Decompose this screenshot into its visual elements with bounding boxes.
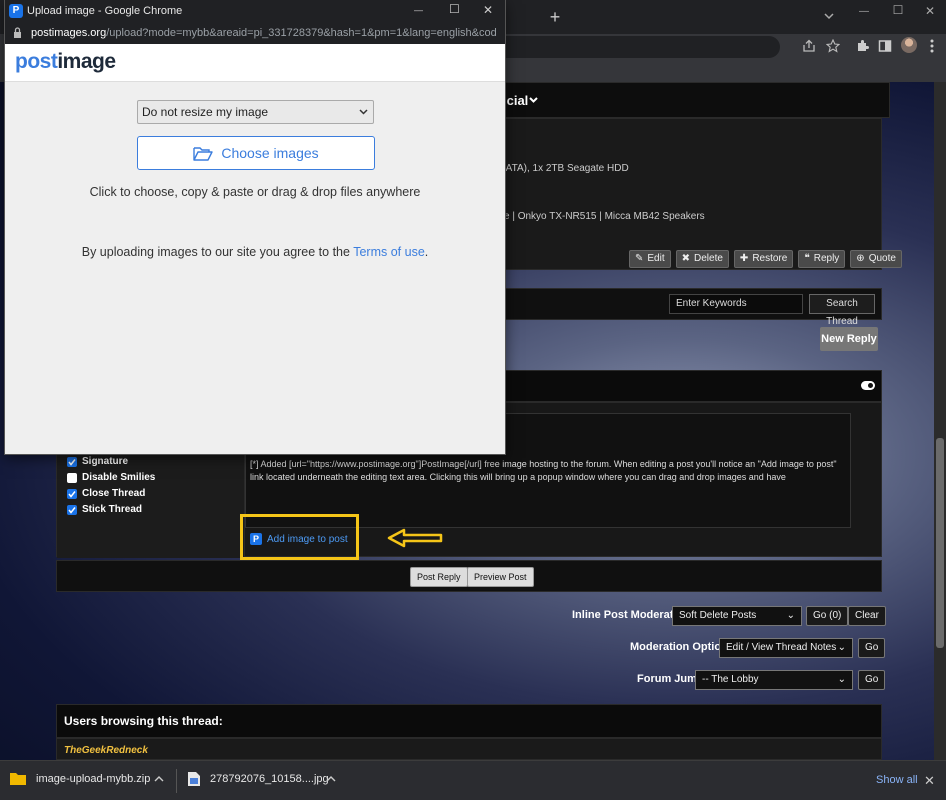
new-tab-button[interactable]: + (546, 8, 564, 26)
check-icon (67, 488, 77, 499)
popup-title: Upload image - Google Chrome (27, 5, 183, 17)
kebab-menu-icon[interactable] (929, 38, 935, 54)
edit-icon: ✎ (635, 253, 644, 264)
x-icon: ✖ (681, 253, 691, 264)
resize-select[interactable]: Do not resize my image (137, 100, 374, 124)
post-spec-line-1: SATA), 1x 2TB Seagate HDD (499, 163, 629, 174)
upload-instructions: Click to choose, copy & paste or drag & … (89, 185, 421, 199)
post-actions: ✎ Edit ✖ Delete ✚ Restore ❝ Reply ⊕ Quote (629, 250, 902, 268)
lock-icon (13, 27, 22, 38)
close-thread-option[interactable]: Close Thread (67, 488, 145, 499)
avatar[interactable] (901, 37, 917, 53)
folder-open-icon (193, 146, 214, 161)
choose-images-button[interactable]: Choose images (137, 136, 375, 170)
moderation-options-select[interactable]: Edit / View Thread Notes ⌄ (719, 638, 853, 658)
thread-search-bar: Enter Keywords Search Thread (490, 288, 882, 327)
checkbox-empty-icon (67, 472, 77, 483)
download-item-2-menu[interactable] (326, 775, 336, 783)
extensions-icon[interactable] (855, 39, 869, 53)
users-browsing-list: TheGeekRedneck (56, 738, 882, 760)
quick-reply-header (490, 370, 882, 402)
plus-circle-icon: ⊕ (856, 253, 865, 264)
page-scrollbar[interactable] (934, 82, 946, 760)
sidepanel-icon[interactable] (878, 39, 892, 53)
popup-minimize-button[interactable]: — (414, 5, 423, 15)
terms-notice: By uploading images to our site you agre… (81, 245, 429, 259)
message-text: [*] Added [url="https://www.postimage.or… (250, 459, 837, 482)
postimage-favicon: P (9, 4, 23, 18)
tab-search-icon[interactable] (822, 9, 836, 23)
post-reply-button[interactable]: Post Reply (410, 567, 468, 587)
inline-mod-go-button[interactable]: Go (0) (806, 606, 849, 626)
download-bar: image-upload-mybb.zip 278792076_10158...… (0, 760, 946, 800)
check-icon (67, 504, 77, 515)
download-item-1-menu[interactable] (154, 775, 164, 783)
edit-button[interactable]: ✎ Edit (629, 250, 671, 268)
toggle-icon[interactable] (861, 381, 875, 390)
postimage-logo[interactable]: postimage (15, 50, 116, 74)
post-body: SATA), 1x 2TB Seagate HDD ite | Onkyo TX… (490, 118, 902, 270)
restore-button[interactable]: ✚ Restore (733, 250, 794, 268)
chevron-down-icon (359, 109, 368, 115)
close-download-bar-icon[interactable]: ✕ (924, 773, 935, 789)
terms-of-use-link[interactable]: Terms of use (353, 245, 425, 259)
address-bar[interactable] (500, 36, 780, 58)
disable-smilies-option[interactable]: Disable Smilies (67, 472, 155, 483)
chevron-down-icon: ⌄ (837, 642, 846, 653)
popup-title-bar: P Upload image - Google Chrome — ☐ ✕ (5, 0, 505, 22)
delete-button[interactable]: ✖ Delete (675, 250, 729, 268)
submit-bar: Post Reply Preview Post (56, 560, 882, 592)
new-reply-button[interactable]: New Reply (820, 327, 878, 351)
popup-maximize-button[interactable]: ☐ (449, 2, 460, 16)
chevron-down-icon: ⌄ (786, 610, 795, 621)
download-separator (176, 769, 177, 793)
upload-popup-window: P Upload image - Google Chrome — ☐ ✕ pos… (5, 0, 505, 454)
scrollbar-thumb[interactable] (936, 438, 944, 648)
quote-button[interactable]: ⊕ Quote (850, 250, 902, 268)
stick-thread-option[interactable]: Stick Thread (67, 504, 142, 515)
search-thread-button[interactable]: Search Thread (809, 294, 875, 327)
minimize-button[interactable]: — (856, 6, 872, 17)
preview-post-button[interactable]: Preview Post (467, 567, 534, 587)
popup-url-bar: postimages.org/upload?mode=mybb&areaid=p… (5, 22, 505, 44)
share-icon[interactable] (802, 39, 816, 53)
close-window-button[interactable]: ✕ (922, 4, 938, 18)
clear-button[interactable]: Clear (848, 606, 886, 626)
forum-jump-go-button[interactable]: Go (858, 670, 886, 690)
download-item-2[interactable]: 278792076_10158....jpg (188, 772, 329, 786)
post-spec-line-2: ite | Onkyo TX-NR515 | Micca MB42 Speake… (499, 211, 705, 222)
forum-jump-select[interactable]: -- The Lobby ⌄ (695, 670, 853, 690)
postimage-icon: P (250, 533, 262, 545)
folder-icon (10, 772, 26, 785)
check-icon (67, 456, 77, 467)
postimage-header: postimage (5, 44, 505, 82)
reply-button[interactable]: ❝ Reply (798, 250, 846, 268)
add-image-to-post-link[interactable]: P Add image to post (250, 533, 348, 545)
chevron-down-icon: ⌄ (837, 674, 846, 685)
chevron-down-icon[interactable] (529, 97, 538, 103)
browsing-user-link[interactable]: TheGeekRedneck (64, 745, 148, 756)
reply-icon: ❝ (804, 253, 810, 264)
show-all-button[interactable]: Show all (876, 774, 918, 786)
moderation-go-button[interactable]: Go (858, 638, 886, 658)
arrow-pointer-icon (386, 528, 444, 548)
users-browsing-title: Users browsing this thread: (64, 714, 223, 728)
star-icon[interactable] (826, 39, 840, 53)
inline-mod-select[interactable]: Soft Delete Posts ⌄ (672, 606, 802, 626)
thread-header-bar: icial (490, 82, 890, 118)
popup-close-button[interactable]: ✕ (483, 3, 493, 17)
signature-option[interactable]: Signature (67, 456, 128, 467)
download-item-1[interactable]: image-upload-mybb.zip (10, 772, 150, 785)
plus-icon: ✚ (739, 253, 749, 264)
search-keywords-input[interactable]: Enter Keywords (669, 294, 803, 314)
thread-title[interactable]: icial (503, 93, 528, 108)
maximize-button[interactable]: ☐ (890, 3, 906, 17)
popup-url: postimages.org/upload?mode=mybb&areaid=p… (31, 27, 497, 39)
image-file-icon (188, 772, 200, 786)
users-browsing-header: Users browsing this thread: (56, 704, 882, 738)
